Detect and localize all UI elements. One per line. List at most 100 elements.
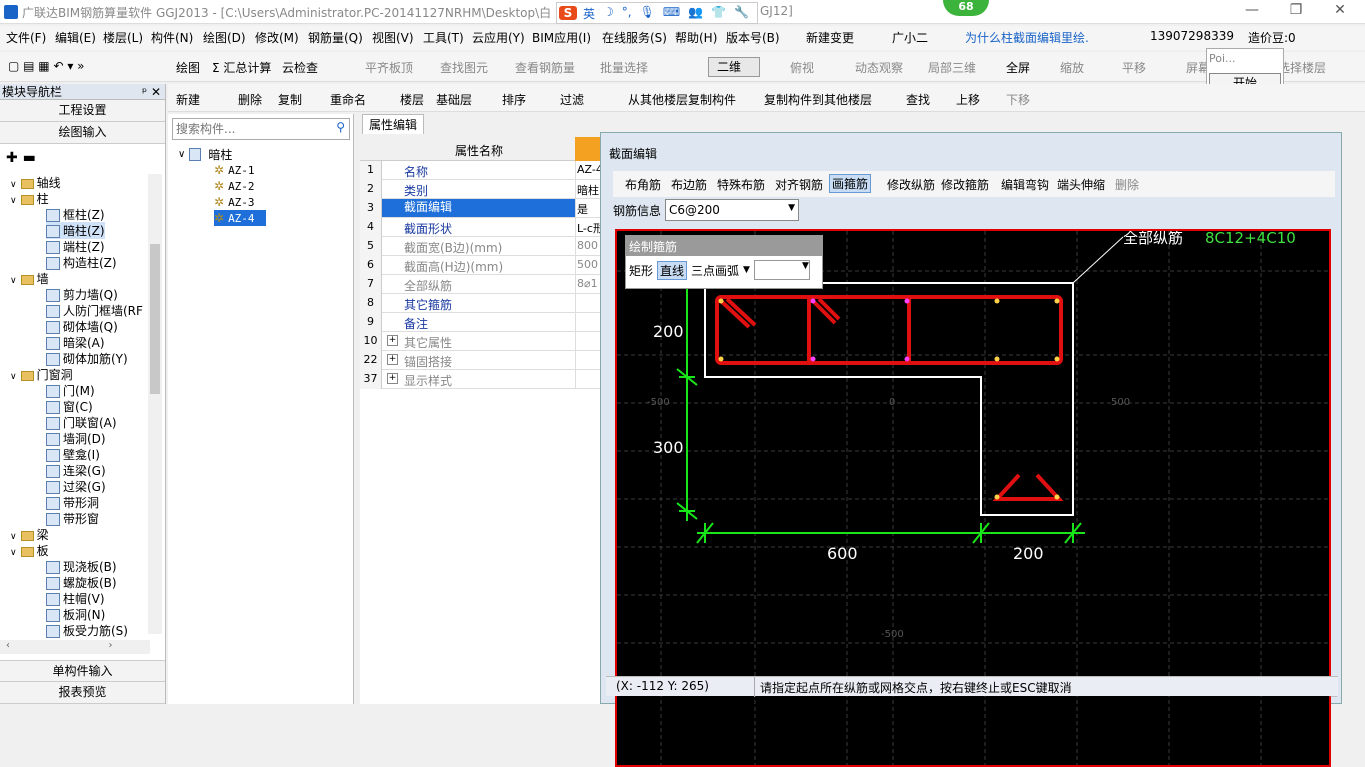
tree-item[interactable]: 端柱(Z) [46,238,105,255]
component-toolbar-button[interactable]: 排序 [502,91,526,108]
property-tab[interactable]: 属性编辑 [362,114,425,134]
toolbar-button[interactable]: 缩放 [1060,59,1084,76]
expand-icon[interactable]: ∨ [10,372,17,382]
toolbar-button[interactable]: 批量选择 [600,59,648,76]
drawing-input-button[interactable]: 绘图输入 [0,122,165,144]
ime-item-icon[interactable]: ⌨ [663,5,680,22]
tree-item[interactable]: 人防门框墙(RF [46,302,143,319]
menu-item[interactable]: 造价豆:0 [1248,29,1296,46]
section-tool-button[interactable]: 编辑弯钩 [1001,176,1049,193]
section-tool-button[interactable]: 画箍筋 [829,174,872,193]
tree-folder[interactable]: ∨ 轴线 [10,174,61,191]
close-button[interactable]: ✕ [1328,2,1352,22]
maximize-button[interactable]: ❐ [1284,2,1308,22]
tree-item[interactable]: 带形窗 [46,510,99,527]
project-settings-button[interactable]: 工程设置 [0,100,165,122]
section-tool-button[interactable]: 布角筋 [625,176,661,193]
section-tool-button[interactable]: 修改箍筋 [941,176,989,193]
minimize-button[interactable]: — [1240,2,1264,22]
toolbar-button[interactable]: 绘图 [176,59,200,76]
component-toolbar-button[interactable]: 查找 [906,91,930,108]
ime-item-icon[interactable]: 🎙 [640,5,655,22]
report-preview-button[interactable]: 报表预览 [0,682,165,704]
menu-item[interactable]: 云应用(Y) [472,29,525,46]
tree-item[interactable]: 壁龛(I) [46,446,100,463]
tree-item[interactable]: 墙洞(D) [46,430,106,447]
menu-item[interactable]: 钢筋量(Q) [308,29,363,46]
component-toolbar-button[interactable]: 过滤 [560,91,584,108]
tree-item[interactable]: 门(M) [46,382,95,399]
section-tool-button[interactable]: 修改纵筋 [887,176,935,193]
section-tool-button[interactable]: 端头伸缩 [1057,176,1105,193]
section-tool-button[interactable]: 删除 [1115,176,1139,193]
menu-item[interactable]: 修改(M) [255,29,299,46]
expand-icon[interactable]: ∨ [10,276,17,286]
tree-item[interactable]: 剪力墙(Q) [46,286,118,303]
toolbar-button[interactable]: 俯视 [790,59,814,76]
tree-folder[interactable]: ∨ 墙 [10,270,49,287]
search-icon[interactable]: ⚲ [336,120,345,134]
toolbar-button[interactable]: 局部三维 [928,59,976,76]
menu-item[interactable]: 新建变更 [806,29,854,46]
pin-close-icon[interactable]: ᵖ ✕ [142,85,165,99]
property-row[interactable]: 3 截面编辑是 [360,199,605,218]
toolbar-file-icons[interactable]: ▢ ▤ ▦ ↶ ▾ » [8,59,85,73]
component-item[interactable]: ✲ AZ-3 [214,194,334,210]
menu-item[interactable]: 在线服务(S) [602,29,667,46]
expand-icon[interactable]: ∨ [10,180,17,190]
ime-item-icon[interactable]: 👥 [688,5,703,22]
expand-icon[interactable]: ∨ [10,532,17,542]
menu-item[interactable]: 广小二 [892,29,928,46]
ime-item-icon[interactable]: 🔧 [734,5,749,22]
menu-item[interactable]: 为什么柱截面编辑里绘. [965,29,1089,46]
tree-folder[interactable]: ∨ 柱 [10,190,49,207]
toolbar-button[interactable]: 平移 [1122,59,1146,76]
ime-item-icon[interactable]: °, [622,5,632,22]
component-item[interactable]: ✲ AZ-2 [214,178,334,194]
component-toolbar-button[interactable]: 新建 [176,91,200,108]
property-row[interactable]: 37 + 显示样式 [360,370,605,389]
property-row[interactable]: 9 备注 [360,313,605,332]
single-component-input-button[interactable]: 单构件输入 [0,660,165,682]
component-toolbar-button[interactable]: 重命名 [330,91,366,108]
tree-item[interactable]: 带形洞 [46,494,99,511]
ime-toolbar[interactable]: S 英 ☽ °, 🎙 ⌨ 👥 👕 🔧 [556,2,758,24]
menu-item[interactable]: 工具(T) [423,29,464,46]
tree-item[interactable]: 构造柱(Z) [46,254,117,271]
component-search[interactable]: ⚲ [172,118,350,140]
toolbar-button[interactable]: 二维 [708,57,761,77]
tree-item[interactable]: 暗梁(A) [46,334,105,351]
search-input[interactable] [176,120,326,138]
menu-item[interactable]: 构件(N) [151,29,193,46]
property-row[interactable]: 4 截面形状 L-c形 [360,218,605,237]
tree-item[interactable]: 现浇板(B) [46,558,117,575]
tree-item[interactable]: 连梁(G) [46,462,106,479]
component-toolbar-button[interactable]: 基础层 [436,91,472,108]
tree-item[interactable]: 框柱(Z) [46,206,105,223]
component-toolbar-button[interactable]: 下移 [1006,91,1030,108]
component-toolbar-button[interactable]: 复制 [278,91,302,108]
component-toolbar-button[interactable]: 删除 [238,91,262,108]
ime-item-icon[interactable]: 英 [583,5,595,22]
toolbar-button[interactable]: Σ 汇总计算 [212,59,271,76]
tree-item[interactable]: 板洞(N) [46,606,105,623]
expand-plus-icon[interactable]: + [387,335,398,346]
nav-scrollbar[interactable] [148,174,162,634]
ime-items[interactable]: 英 ☽ °, 🎙 ⌨ 👥 👕 🔧 [583,5,749,22]
tree-folder[interactable]: ∨ 板 [10,542,49,559]
component-toolbar-button[interactable]: 从其他楼层复制构件 [628,91,736,108]
property-row[interactable]: 10 + 其它属性 [360,332,605,351]
menu-item[interactable]: 楼层(L) [103,29,143,46]
property-row[interactable]: 5 截面宽(B边)(mm) 800 [360,237,605,256]
tree-folder[interactable]: ∨ 梁 [10,526,49,543]
menu-item[interactable]: 版本号(B) [726,29,780,46]
toolbar-button[interactable]: 平齐板顶 [365,59,413,76]
three-point-arc-tool[interactable]: 三点画弧 [691,262,739,279]
tree-folder[interactable]: ∨ 门窗洞 [10,366,73,383]
toolbar-button[interactable]: 全屏 [1006,59,1030,76]
rectangle-tool[interactable]: 矩形 [629,262,653,279]
ime-item-icon[interactable]: 👕 [711,5,726,22]
section-tool-button[interactable]: 布边筋 [671,176,707,193]
menu-item[interactable]: 编辑(E) [55,29,96,46]
component-toolbar-button[interactable]: 复制构件到其他楼层 [764,91,872,108]
